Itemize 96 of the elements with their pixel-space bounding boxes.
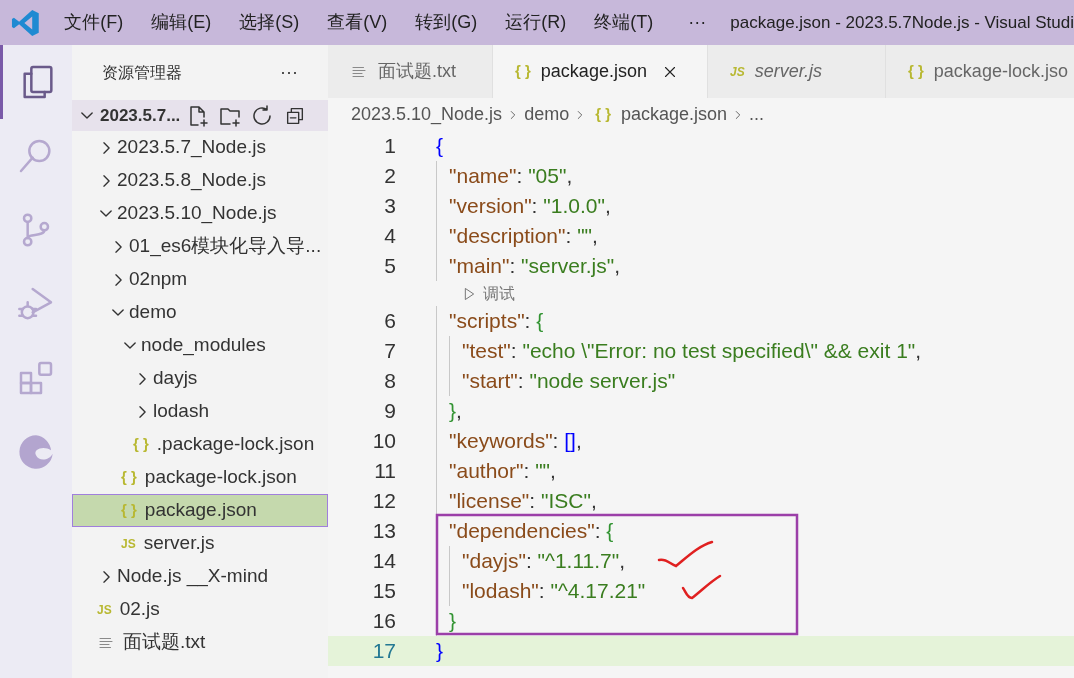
breadcrumb-item[interactable]: ... [749,101,765,128]
line-number: 9 [383,398,396,425]
more-menu[interactable]: ··· [688,9,707,36]
editor-tab[interactable]: { } package.json [493,45,708,98]
file-type-icon: { } [515,60,531,83]
menu-item[interactable]: 转到(G) [414,9,479,36]
window-title: package.json - 2023.5.7Node.js - Visual Studi [730,11,1074,34]
line-number: 16 [371,608,396,635]
tree-item[interactable]: { } package.json [72,494,328,527]
tree-item-label: 2023.5.10_Node.js [117,201,277,226]
file-type-icon: JS [97,600,112,619]
code-line: } [449,608,456,635]
tree-item-label: .package-lock.json [156,432,315,457]
code-line: "name": "05", [449,163,573,190]
tree-item[interactable]: { } .package-lock.json [72,428,328,461]
line-number: 4 [383,223,396,250]
tree-item[interactable]: { } package-lock.json [72,461,328,494]
tree-item-label: demo [129,300,177,325]
codelens-link[interactable]: 调试 [461,281,515,306]
code-line: } [436,638,443,665]
tree-item-label: lodash [153,399,209,424]
tree-item[interactable]: lodash [72,395,328,428]
code-line: "description": "", [449,223,598,250]
code-line: "keywords": [], [449,428,582,455]
code-line: "start": "node server.js" [462,368,676,395]
menu-item[interactable]: 文件(F) [63,9,125,36]
more-actions-button[interactable]: ··· [280,59,298,86]
sidebar-title: 资源管理器 [102,62,182,83]
line-number: 6 [383,308,396,335]
workspace-header[interactable]: 2023.5.7... [72,100,328,131]
menu-item[interactable]: 终端(T) [593,9,655,36]
code-line: "license": "ISC", [449,488,597,515]
tree-item-label: package.json [144,498,257,523]
code-line: "author": "", [449,458,556,485]
menu-item[interactable]: 编辑(E) [150,9,213,36]
breadcrumb-item[interactable]: 2023.5.10_Node.js [351,101,503,128]
line-number: 12 [371,488,396,515]
tree-item-label: 2023.5.7_Node.js [117,135,266,160]
tree-item[interactable]: JS 02.js [72,593,328,626]
file-type-icon: { } [121,466,137,489]
code-line: "dayjs": "^1.11.7", [462,548,626,575]
check-mark [681,574,722,600]
code-line: { [436,133,443,160]
breadcrumb-item[interactable]: demo [524,101,570,128]
line-number: 7 [383,338,396,365]
tree-item-label: dayjs [153,366,198,391]
tree-item-label: 01_es6模块化导入导... [129,234,322,259]
tree-item[interactable]: 2023.5.7_Node.js [72,131,328,164]
menu-item[interactable]: 运行(R) [504,9,568,36]
tree-item-label: package-lock.json [144,465,297,490]
menu-item[interactable]: 选择(S) [238,9,301,36]
file-type-icon: JS [730,62,745,81]
line-number: 2 [383,163,396,190]
file-type-icon: JS [121,534,136,553]
code-line: "lodash": "^4.17.21" [462,578,646,605]
tree-item-label: 02npm [129,267,188,292]
line-number: 15 [371,578,396,605]
line-number: 14 [371,548,396,575]
workspace-name: 2023.5.7... [100,104,181,127]
line-number: 1 [383,133,396,160]
tree-item-label: 面试题.txt [123,630,206,655]
tree-item[interactable]: 面试题.txt [72,626,328,659]
tree-item[interactable]: 01_es6模块化导入导... [72,230,328,263]
code-line: "dependencies": { [449,518,614,545]
code-line: "version": "1.0.0", [449,193,611,220]
code-line: }, [449,398,462,425]
line-number: 13 [371,518,396,545]
tree-item-label: Node.js __X-mind [117,564,269,589]
line-number: 3 [383,193,396,220]
line-number: 10 [371,428,396,455]
line-number: 8 [383,368,396,395]
tree-item[interactable]: JS server.js [72,527,328,560]
tree-item[interactable]: dayjs [72,362,328,395]
code-line: "test": "echo \"Error: no test specified\" && exit 1", [462,338,922,365]
line-number: 5 [383,253,396,280]
tree-item[interactable]: 02npm [72,263,328,296]
file-type-icon: { } [121,499,137,522]
tree-item-label: server.js [143,531,215,556]
tree-item[interactable]: node_modules [72,329,328,362]
tree-item-label: 2023.5.8_Node.js [117,168,266,193]
line-number: 17 [371,638,396,665]
code-line: "scripts": { [449,308,544,335]
tree-item[interactable]: Node.js __X-mind [72,560,328,593]
line-number: 11 [373,458,396,485]
breadcrumb-item[interactable]: package.json [621,101,728,128]
code-line: "main": "server.js", [449,253,621,280]
file-type-icon: { } [908,60,924,83]
file-type-icon: { } [133,433,149,456]
file-type-icon: { } [595,103,611,126]
tree-item-label: 02.js [119,597,160,622]
tree-item-label: node_modules [141,333,266,358]
tree-item[interactable]: demo [72,296,328,329]
check-mark [657,540,714,568]
tree-item[interactable]: 2023.5.10_Node.js [72,197,328,230]
tree-item[interactable]: 2023.5.8_Node.js [72,164,328,197]
menu-item[interactable]: 查看(V) [326,9,389,36]
